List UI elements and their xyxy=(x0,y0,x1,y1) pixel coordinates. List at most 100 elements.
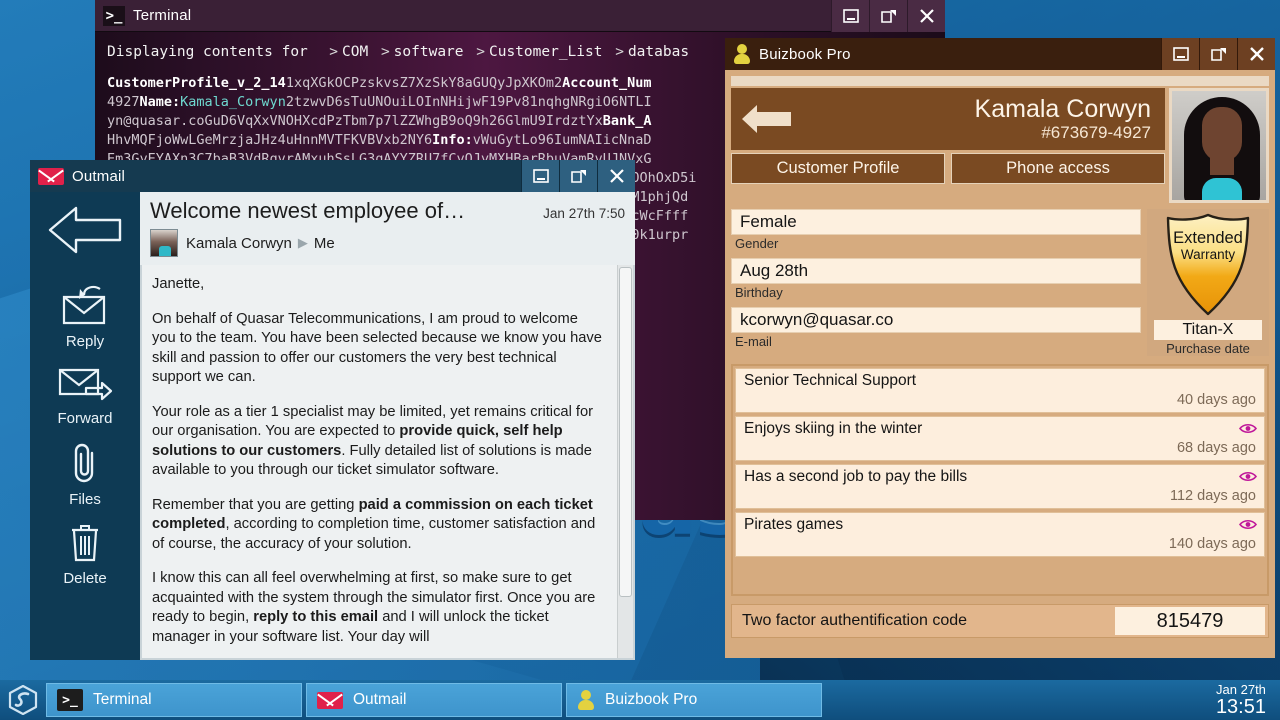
email-sender: Kamala Corwyn xyxy=(186,235,292,252)
email-subject: Welcome newest employee of… xyxy=(150,198,537,224)
field-email-label: E-mail xyxy=(731,333,1141,349)
outmail-files-button[interactable]: Files xyxy=(69,441,101,508)
breadcrumb-3: databas xyxy=(628,44,689,60)
terminal-prompt-icon: >_ xyxy=(103,6,125,26)
buizbook-window-controls[interactable] xyxy=(1161,38,1275,70)
customer-notes-list: Senior Technical Support 40 days ago Enj… xyxy=(731,364,1269,596)
breadcrumb-2: Customer_List xyxy=(489,44,603,60)
terminal-noise: vWuGytLo96IumNAIicNnaD xyxy=(473,132,652,148)
outmail-sidebar[interactable]: Reply Forward Files xyxy=(30,192,140,660)
warranty-product-label: Purchase date xyxy=(1166,341,1250,356)
outmail-body: Reply Forward Files xyxy=(30,192,635,660)
close-icon[interactable] xyxy=(907,0,945,32)
terminal-noise: 4927 xyxy=(107,94,140,110)
buizbook-titlebar[interactable]: Buizbook Pro xyxy=(725,38,1275,70)
customer-name: Kamala Corwyn xyxy=(975,96,1151,123)
clock-date: Jan 27th xyxy=(1216,682,1266,697)
buizbook-window[interactable]: Buizbook Pro xyxy=(725,38,1275,658)
field-email[interactable]: kcorwyn@quasar.co E-mail xyxy=(731,307,1141,349)
taskbar-item-outmail[interactable]: Outmail xyxy=(306,683,562,717)
outmail-back-button[interactable] xyxy=(46,204,124,261)
outmail-body-scrollarea[interactable]: Janette, On behalf of Quasar Telecommuni… xyxy=(142,265,633,658)
outmail-message-header: Welcome newest employee of… Jan 27th 7:5… xyxy=(140,192,635,265)
field-birthday-label: Birthday xyxy=(731,284,1141,300)
buizbook-tabs[interactable]: Customer Profile Phone access xyxy=(731,153,1165,184)
two-factor-row: Two factor authentification code 815479 xyxy=(731,604,1269,638)
eye-icon[interactable] xyxy=(1239,471,1257,482)
buizbook-back-button[interactable] xyxy=(741,103,793,135)
outmail-forward-button[interactable]: Forward xyxy=(56,364,114,427)
terminal-titlebar[interactable]: >_ Terminal xyxy=(95,0,945,32)
buizbook-name-bar: Kamala Corwyn #673679-4927 xyxy=(731,88,1165,150)
terminal-noise: yn@quasar.coGuD6VqXxVNOHXcdPzTbm7p7lZZWh… xyxy=(107,113,603,129)
arrow-right-icon: ▶ xyxy=(298,235,308,251)
terminal-window-controls[interactable] xyxy=(831,0,945,32)
envelope-icon xyxy=(317,692,343,709)
field-gender-value: Female xyxy=(731,209,1141,235)
terminal-header-prefix: Displaying contents for xyxy=(107,44,308,60)
buizbook-profile-fields: Female Gender Aug 28th Birthday kcorwyn@… xyxy=(731,209,1269,356)
email-paragraph-4: I know this can all feel overwhelming at… xyxy=(152,569,605,647)
terminal-field-value: Kamala_Corwyn xyxy=(180,94,286,110)
outmail-delete-button[interactable]: Delete xyxy=(63,522,106,587)
taskbar-terminal-label: Terminal xyxy=(93,691,152,709)
email-paragraph-3: Remember that you are getting paid a com… xyxy=(152,496,605,555)
eye-icon[interactable] xyxy=(1239,519,1257,530)
maximize-icon[interactable] xyxy=(559,160,597,192)
field-email-value: kcorwyn@quasar.co xyxy=(731,307,1141,333)
reply-icon xyxy=(58,283,112,327)
outmail-title: Outmail xyxy=(72,168,125,185)
outmail-delete-label: Delete xyxy=(63,570,106,587)
taskbar[interactable]: >_ Terminal Outmail Buizbook Pro Jan 27t… xyxy=(0,680,1280,720)
outmail-titlebar[interactable]: Outmail xyxy=(30,160,635,192)
email-scrollbar[interactable] xyxy=(617,265,633,658)
minimize-icon[interactable] xyxy=(831,0,869,32)
email-scrollbar-thumb[interactable] xyxy=(619,267,632,597)
forward-icon xyxy=(56,364,114,404)
terminal-field-label: Account_Num xyxy=(562,75,651,91)
back-arrow-icon xyxy=(46,204,124,256)
outmail-reply-button[interactable]: Reply xyxy=(58,283,112,350)
buizbook-top-strip xyxy=(731,76,1269,86)
field-gender[interactable]: Female Gender xyxy=(731,209,1141,251)
tab-customer-profile[interactable]: Customer Profile xyxy=(731,153,945,184)
close-icon[interactable] xyxy=(1237,38,1275,70)
note-item[interactable]: Has a second job to pay the bills 112 da… xyxy=(735,464,1265,509)
email-date: Jan 27th 7:50 xyxy=(537,206,625,221)
email-body: Janette, On behalf of Quasar Telecommuni… xyxy=(142,265,617,658)
two-factor-code[interactable]: 815479 xyxy=(1115,607,1265,635)
minimize-icon[interactable] xyxy=(521,160,559,192)
eye-icon[interactable] xyxy=(1239,423,1257,434)
note-item[interactable]: Enjoys skiing in the winter 68 days ago xyxy=(735,416,1265,461)
customer-photo xyxy=(1169,88,1269,203)
tab-phone-access[interactable]: Phone access xyxy=(951,153,1165,184)
taskbar-item-buizbook[interactable]: Buizbook Pro xyxy=(566,683,822,717)
email-p4-bold: reply to this email xyxy=(253,609,378,625)
taskbar-item-terminal[interactable]: >_ Terminal xyxy=(46,683,302,717)
email-recipient: Me xyxy=(314,235,335,252)
maximize-icon[interactable] xyxy=(1199,38,1237,70)
outmail-window[interactable]: Outmail xyxy=(30,160,635,660)
note-text: Pirates games xyxy=(744,515,1256,535)
back-arrow-icon xyxy=(741,103,793,135)
minimize-icon[interactable] xyxy=(1161,38,1199,70)
note-item[interactable]: Senior Technical Support 40 days ago xyxy=(735,368,1265,413)
email-paragraph-2: Your role as a tier 1 specialist may be … xyxy=(152,403,605,481)
email-paragraph-1: On behalf of Quasar Telecommunications, … xyxy=(152,310,605,388)
note-item[interactable]: Pirates games 140 days ago xyxy=(735,512,1265,557)
terminal-noise: 1xqXGkOCPzskvsZ7XzSkY8aGUQyJpXKOm2 xyxy=(286,75,562,91)
person-icon xyxy=(577,690,595,710)
email-p3-text-a: Remember that you are getting xyxy=(152,497,359,513)
close-icon[interactable] xyxy=(597,160,635,192)
terminal-prompt-icon: >_ xyxy=(57,689,83,711)
app-logo-icon[interactable] xyxy=(0,680,46,720)
note-text: Has a second job to pay the bills xyxy=(744,467,1256,487)
terminal-field-label: CustomerProfile_v_2_14 xyxy=(107,75,286,91)
field-gender-label: Gender xyxy=(731,235,1141,251)
outmail-window-controls[interactable] xyxy=(521,160,635,192)
field-birthday[interactable]: Aug 28th Birthday xyxy=(731,258,1141,300)
note-age: 40 days ago xyxy=(744,391,1256,410)
outmail-reply-label: Reply xyxy=(58,333,112,350)
maximize-icon[interactable] xyxy=(869,0,907,32)
terminal-noise: 2tzwvD6sTuUNOuiLOInNHijwF19Pv81nqhgNRgiO… xyxy=(286,94,652,110)
